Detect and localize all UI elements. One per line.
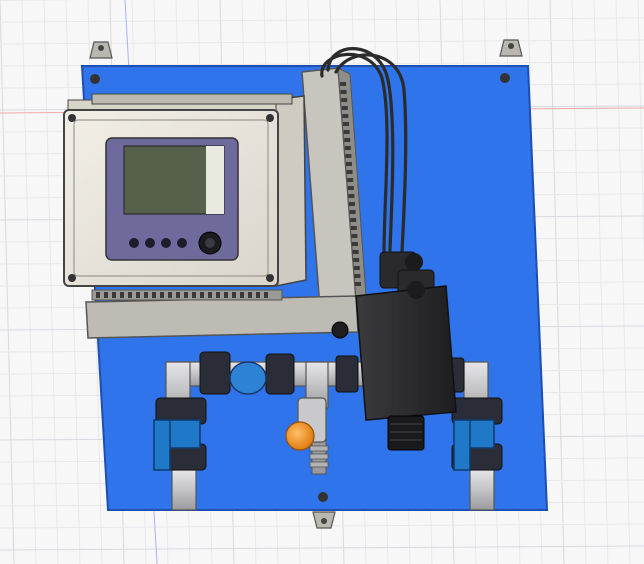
cable-gland	[331, 321, 349, 339]
bracket-slot	[200, 292, 204, 298]
bracket-slot	[112, 292, 116, 298]
bracket-slot	[104, 292, 108, 298]
panel-screw	[500, 73, 510, 83]
panel-screw	[318, 492, 328, 502]
bracket-slot	[341, 106, 348, 110]
pipe-union	[265, 353, 295, 395]
bracket-slot	[144, 292, 148, 298]
bracket-slot	[352, 242, 358, 246]
pipe-union	[199, 351, 231, 395]
bracket-slot	[120, 292, 124, 298]
grid-line	[0, 17, 644, 23]
cad-scene	[0, 0, 644, 564]
bracket-slot	[344, 138, 351, 142]
ball-valve-left[interactable]	[153, 397, 207, 471]
hose-barb	[309, 445, 329, 468]
bracket-slot	[340, 82, 346, 86]
bracket-slot	[341, 98, 348, 102]
keypad-button[interactable]	[129, 238, 139, 248]
bracket-slot	[350, 218, 357, 222]
controller-unit[interactable]	[63, 93, 307, 287]
bracket-slot	[176, 292, 180, 298]
controller-screw	[68, 114, 76, 122]
bracket-slot	[128, 292, 132, 298]
bracket-slot	[350, 226, 357, 230]
keypad-button[interactable]	[145, 238, 155, 248]
bracket-slot	[347, 178, 354, 182]
bracket-slot	[160, 292, 164, 298]
controller-screw	[68, 274, 76, 282]
bracket-slot	[348, 194, 355, 198]
bracket-slot	[256, 292, 260, 298]
bracket-slot	[264, 292, 268, 298]
bracket-slot	[355, 282, 361, 286]
grid-line	[43, 0, 59, 564]
controller-screw	[266, 114, 274, 122]
bracket-slot	[346, 170, 353, 174]
inline-check-valve	[229, 361, 267, 395]
bracket-slot	[168, 292, 172, 298]
controller-screw	[266, 274, 274, 282]
bracket-slot	[352, 250, 359, 254]
bracket-slot	[184, 292, 188, 298]
bracket-slot	[342, 114, 349, 118]
bracket-slot	[347, 186, 354, 190]
bracket-slot	[353, 258, 360, 262]
bracket-slot	[216, 292, 220, 298]
bracket-slot	[343, 122, 349, 126]
bracket-slot	[344, 146, 351, 150]
bracket-slot	[224, 292, 228, 298]
bracket-slot	[232, 292, 236, 298]
keypad-button[interactable]	[177, 238, 187, 248]
bracket-slot	[343, 130, 350, 134]
ball-valve-right[interactable]	[451, 397, 503, 471]
cad-viewport[interactable]	[0, 0, 644, 564]
grid-line	[0, 0, 15, 564]
bracket-slot	[349, 202, 355, 206]
pipe-union	[335, 355, 359, 393]
bracket-slot	[353, 266, 360, 270]
keypad-button[interactable]	[161, 238, 171, 248]
valve-handle[interactable]	[453, 419, 471, 471]
bracket-slot	[340, 90, 347, 94]
bracket-slot	[240, 292, 244, 298]
bracket-slot	[354, 274, 361, 278]
valve-handle[interactable]	[153, 419, 171, 471]
bracket-slot	[136, 292, 140, 298]
bracket-slot	[248, 292, 252, 298]
bracket-slot	[192, 292, 196, 298]
bracket-slot	[351, 234, 358, 238]
panel-screw	[90, 74, 100, 84]
grid-line	[21, 0, 37, 564]
bracket-slot	[345, 154, 352, 158]
bracket-slot	[346, 162, 352, 166]
sensor-probe	[387, 415, 425, 451]
regulator-knob[interactable]	[285, 421, 315, 451]
bracket-slot	[208, 292, 212, 298]
bracket-slot	[349, 210, 356, 214]
bracket-slot	[152, 292, 156, 298]
bracket-slot	[96, 292, 100, 298]
